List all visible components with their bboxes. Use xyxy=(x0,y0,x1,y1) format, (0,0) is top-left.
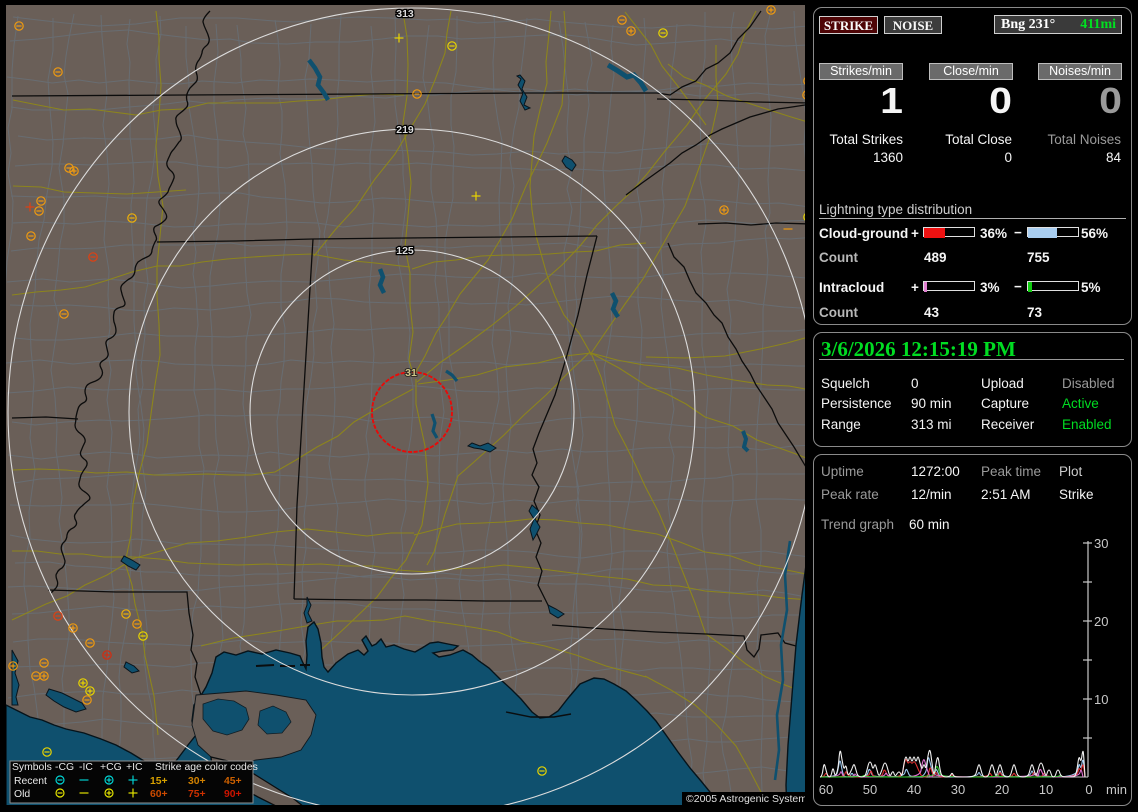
svg-text:Recent: Recent xyxy=(14,776,47,787)
svg-text:45+: 45+ xyxy=(224,776,242,787)
svg-text:30+: 30+ xyxy=(188,776,206,787)
svg-text:90+: 90+ xyxy=(224,789,242,800)
svg-text:Strike age color codes: Strike age color codes xyxy=(155,762,258,773)
svg-text:313: 313 xyxy=(396,8,414,20)
svg-text:60+: 60+ xyxy=(150,789,168,800)
svg-text:-IC: -IC xyxy=(79,762,93,773)
svg-text:75+: 75+ xyxy=(188,789,206,800)
svg-text:Old: Old xyxy=(14,789,30,800)
svg-text:-CG: -CG xyxy=(55,762,74,773)
svg-text:31: 31 xyxy=(405,367,417,379)
svg-text:125: 125 xyxy=(396,245,414,257)
svg-text:+IC: +IC xyxy=(126,762,143,773)
svg-text:219: 219 xyxy=(396,124,414,136)
svg-text:©2005 Astrogenic Systems: ©2005 Astrogenic Systems xyxy=(686,793,805,805)
svg-text:15+: 15+ xyxy=(150,776,168,787)
svg-text:Symbols: Symbols xyxy=(12,762,52,773)
svg-text:+CG: +CG xyxy=(100,762,122,773)
